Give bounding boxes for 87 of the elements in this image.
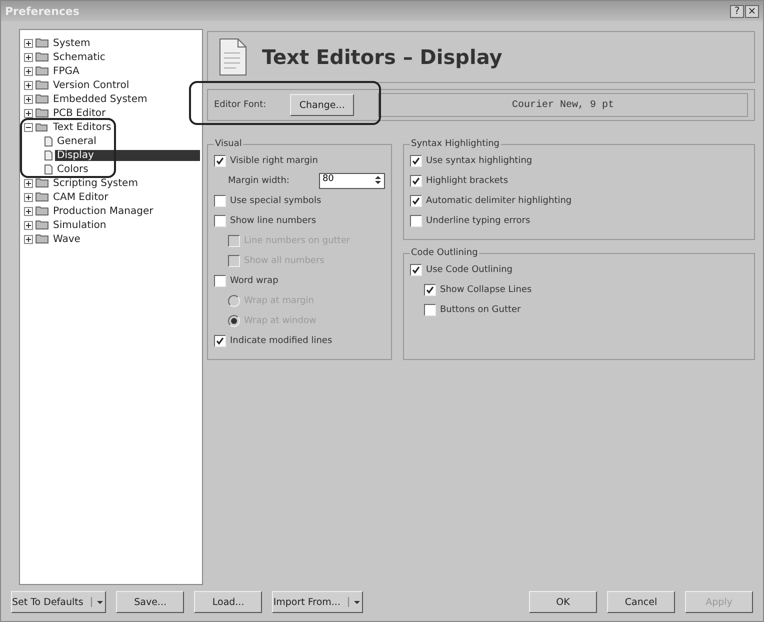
page-icon	[44, 136, 53, 146]
dialog-button[interactable]: Set To Defaults	[11, 591, 106, 613]
collapse-icon[interactable]	[24, 122, 33, 132]
expand-icon[interactable]	[24, 178, 33, 188]
caret-icon	[91, 597, 106, 607]
checkbox[interactable]	[214, 275, 226, 287]
folder-icon	[35, 38, 49, 48]
tree-item[interactable]: PCB Editor	[51, 108, 108, 118]
tree-item[interactable]: Schematic	[51, 52, 108, 62]
group-title: Syntax Highlighting	[410, 139, 501, 149]
tree-item[interactable]: Wave	[51, 234, 82, 244]
folder-icon	[35, 52, 49, 62]
dialog-button[interactable]: Cancel	[607, 591, 675, 613]
checkbox[interactable]	[214, 195, 226, 207]
spin-field[interactable]: 80	[319, 173, 386, 189]
help-button[interactable]: ?	[730, 4, 744, 18]
expand-icon[interactable]	[24, 80, 33, 90]
expand-icon[interactable]	[24, 94, 33, 104]
option-label: Use special symbols	[230, 196, 322, 206]
group-title: Code Outlining	[410, 248, 479, 258]
dialog-button[interactable]: Import From...	[272, 591, 364, 613]
option-label: Buttons on Gutter	[440, 305, 521, 315]
option-label: Show line numbers	[230, 216, 316, 226]
option-label: Word wrap	[230, 276, 278, 286]
tree-item[interactable]: Scripting System	[51, 178, 140, 188]
folder-icon	[35, 220, 49, 230]
expand-icon[interactable]	[24, 108, 33, 118]
tree-item[interactable]: System	[51, 38, 92, 48]
close-button[interactable]: ×	[745, 4, 759, 18]
tree-item[interactable]: FPGA	[51, 66, 82, 76]
expand-icon[interactable]	[24, 206, 33, 216]
page-icon	[44, 150, 53, 160]
dialog-button[interactable]: Load...	[194, 591, 262, 613]
tree-item[interactable]: Embedded System	[51, 94, 150, 104]
checkbox[interactable]	[410, 215, 422, 227]
field-label: Editor Font:	[214, 100, 266, 110]
checkbox[interactable]	[424, 284, 436, 296]
checkbox[interactable]	[410, 195, 422, 207]
option-label: Use syntax highlighting	[426, 156, 532, 166]
expand-icon[interactable]	[24, 234, 33, 244]
tree-item[interactable]: Simulation	[51, 220, 108, 230]
folder-icon	[35, 108, 49, 118]
folder-icon	[35, 80, 49, 90]
checkbox[interactable]	[214, 155, 226, 167]
checkbox[interactable]	[410, 155, 422, 167]
page-title: Text Editors – Display	[262, 45, 502, 69]
document-icon	[218, 37, 248, 77]
folder-icon	[35, 234, 49, 244]
checkbox[interactable]	[410, 264, 422, 276]
window-title: Preferences	[5, 4, 80, 18]
open-folder-icon	[35, 122, 49, 132]
expand-icon[interactable]	[24, 192, 33, 202]
field-label: Margin width:	[228, 176, 290, 186]
option-label: Automatic delimiter highlighting	[426, 196, 572, 206]
checkbox[interactable]	[214, 335, 226, 347]
option-label: Show Collapse Lines	[440, 285, 532, 295]
expand-icon[interactable]	[24, 38, 33, 48]
font-preview: Courier New, 9 pt	[378, 93, 748, 117]
checkbox[interactable]	[214, 215, 226, 227]
tree-item[interactable]: General	[55, 136, 98, 146]
option-label: Use Code Outlining	[426, 265, 513, 275]
folder-icon	[35, 66, 49, 76]
expand-icon[interactable]	[24, 52, 33, 62]
folder-icon	[35, 178, 49, 188]
tree-item[interactable]: Text Editors	[51, 122, 114, 132]
dialog-button[interactable]: OK	[529, 591, 597, 613]
checkbox[interactable]	[410, 175, 422, 187]
page-icon	[44, 164, 53, 174]
option-label: Indicate modified lines	[230, 336, 332, 346]
folder-icon	[35, 94, 49, 104]
dialog-button[interactable]: Save...	[116, 591, 184, 613]
group-title: Visual	[214, 139, 243, 149]
folder-icon	[35, 192, 49, 202]
caret-icon	[348, 597, 362, 607]
change-button[interactable]: Change...	[290, 94, 354, 116]
tree-item[interactable]: Production Manager	[51, 206, 156, 216]
tree-item[interactable]: Display	[55, 150, 200, 160]
tree-item[interactable]: CAM Editor	[51, 192, 110, 202]
expand-icon[interactable]	[24, 220, 33, 230]
folder-icon	[35, 206, 49, 216]
option-label: Underline typing errors	[426, 216, 530, 226]
checkbox[interactable]	[424, 304, 436, 316]
tree-item[interactable]: Version Control	[51, 80, 132, 90]
expand-icon[interactable]	[24, 66, 33, 76]
tree-item[interactable]: Colors	[55, 164, 90, 174]
option-label: Visible right margin	[230, 156, 318, 166]
option-label: Highlight brackets	[426, 176, 508, 186]
